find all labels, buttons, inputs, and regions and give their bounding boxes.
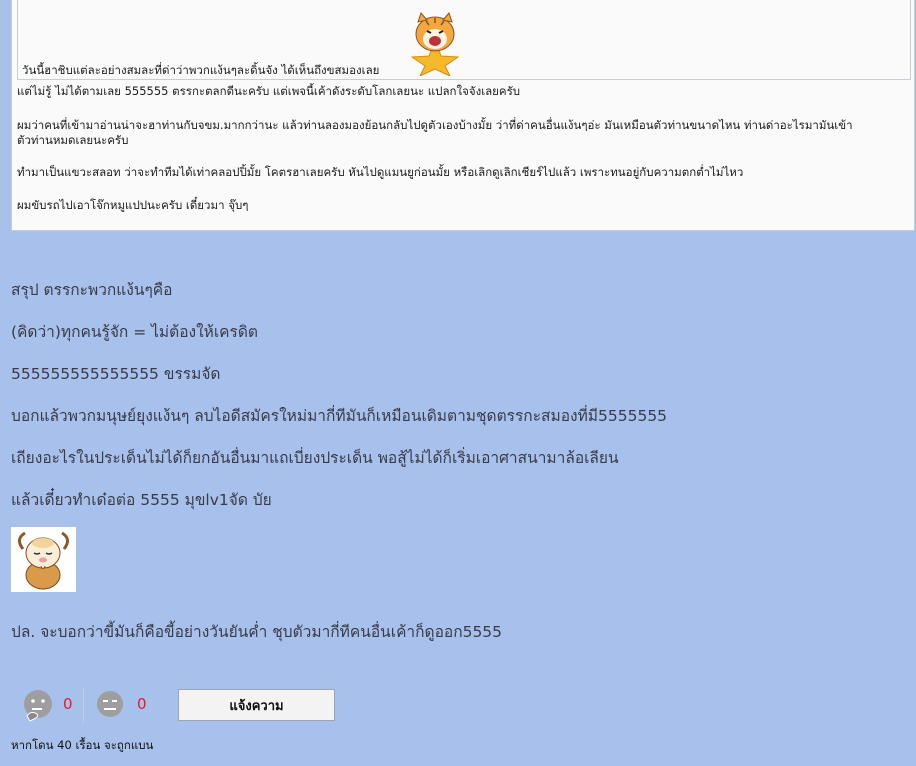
post-ps: ปล. จะบอกว่าขี้มันก็คือขี้อย่างวันยันค่ำ…	[11, 623, 503, 641]
quote-block: วันนี้ฮาชิบแต่ละอย่างสมละที่ด่าว่าพวกแง้…	[11, 0, 915, 231]
post-line: เถียงอะไรในประเด็นไม่ได้ก็ยกอันอื่นมาแถเ…	[11, 449, 619, 467]
like-count: 0	[63, 695, 73, 713]
quote-paragraph: ผมว่าคนที่เข้ามาอ่านน่าจะฮาท่านกับจขม.มา…	[17, 118, 853, 132]
goat-sticker	[11, 527, 76, 592]
thinking-face-icon	[24, 690, 52, 722]
ban-warning-note: หากโดน 40 เรื้อน จะถูกแบน	[11, 738, 154, 752]
like-button[interactable]	[21, 688, 55, 724]
post-line: บอกแล้วพวกมนุษย์ยุงแง้นๆ ลบไอดีสมัครใหม่…	[11, 407, 668, 425]
dislike-count: 0	[137, 695, 147, 713]
reaction-divider	[83, 687, 84, 723]
quote-paragraph: ทำมาเป็นแขวะสลอท ว่าจะทำทีมได้เท่าคลอปปิ…	[17, 165, 744, 179]
quote-paragraph: ผมขับรถไปเอาโจ๊กหมูแปปนะครับ เดี๋ยวมา จุ…	[17, 198, 249, 212]
neutral-face-icon	[97, 691, 123, 717]
post-line: สรุป ตรรกะพวกแง้นๆคือ	[11, 281, 173, 299]
post-line: แล้วเดี๋ยวทำเด๋อต่อ 5555 มุขlv1จัด บัย	[11, 491, 272, 509]
nested-quote: วันนี้ฮาชิบแต่ละอย่างสมละที่ด่าว่าพวกแง้…	[17, 0, 911, 80]
post-line: 555555555555555 ขรรมจัด	[11, 365, 221, 383]
nested-quote-text: วันนี้ฮาชิบแต่ละอย่างสมละที่ด่าว่าพวกแง้…	[22, 63, 380, 77]
post-line: (คิดว่า)ทุกคนรู้จัก = ไม่ต้องให้เครดิต	[11, 323, 259, 341]
quote-paragraph: แต่ไม่รู้ ไม่ได้ตามเลย 555555 ตรรกะตลกดี…	[17, 84, 521, 98]
report-button[interactable]: แจ้งความ	[178, 689, 335, 721]
tiger-sticker	[408, 10, 462, 78]
quote-paragraph: ตัวท่านหมดเลยนะครับ	[17, 133, 129, 147]
dislike-button[interactable]	[95, 688, 125, 724]
